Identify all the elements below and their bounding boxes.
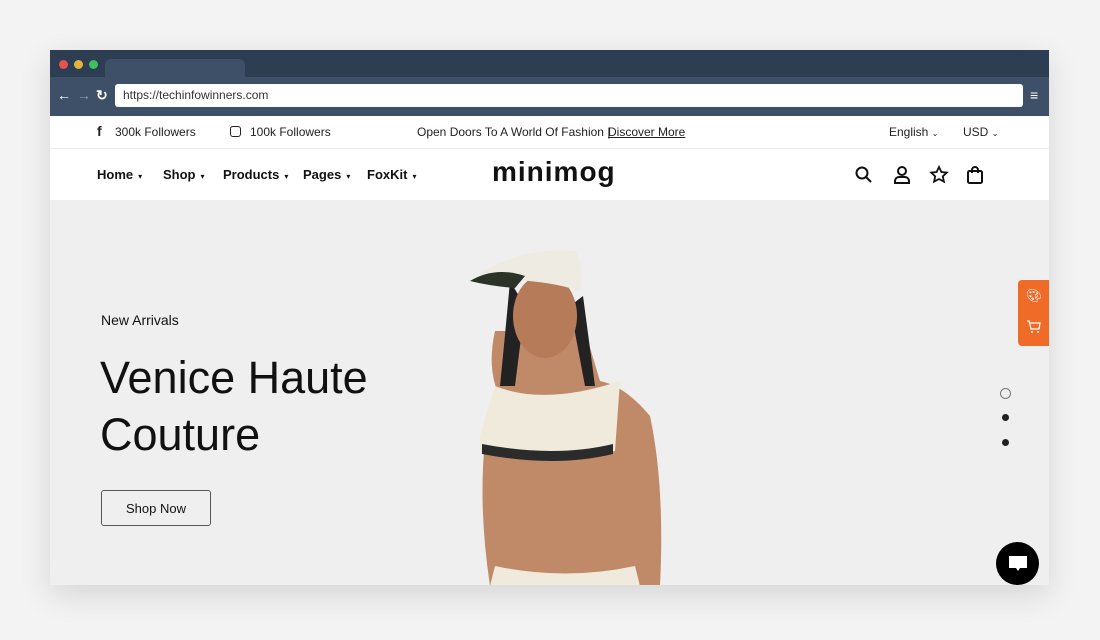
cart-icon[interactable]: [1026, 320, 1041, 334]
nav-label: Home: [97, 167, 134, 182]
nav-foxkit[interactable]: FoxKit ▾: [367, 167, 416, 182]
slide-dot[interactable]: [1002, 439, 1009, 446]
site-header: Home ▾ Shop ▾ Products ▾ Pages ▾ FoxKit ▾ min…: [50, 149, 1049, 201]
search-icon[interactable]: [854, 165, 874, 185]
title-bar: [50, 50, 1049, 77]
announcement-bar: f 300k Followers 100k Followers Open Doo…: [50, 116, 1049, 149]
slide-dot-active[interactable]: [1000, 388, 1011, 399]
slide-dot[interactable]: [1002, 414, 1009, 421]
reload-icon[interactable]: ↻: [96, 87, 108, 104]
instagram-icon[interactable]: [230, 126, 241, 137]
currency-select[interactable]: USD ⌄: [963, 125, 998, 139]
nav-label: FoxKit: [367, 167, 408, 182]
nav-home[interactable]: Home ▾: [97, 167, 142, 182]
address-bar[interactable]: https://techinfowinners.com: [115, 84, 1023, 107]
wishlist-star-icon[interactable]: [929, 165, 949, 185]
hero-title: Venice Haute Couture: [100, 352, 368, 460]
facebook-followers[interactable]: 300k Followers: [115, 125, 196, 139]
floating-tools: 🎨︎: [1018, 280, 1049, 346]
site-logo[interactable]: minimog: [492, 156, 616, 188]
nav-label: Products: [223, 167, 280, 182]
browser-toolbar: ← → ↻ https://techinfowinners.com ≡: [50, 77, 1049, 116]
chat-icon: [1009, 556, 1027, 571]
currency-label: USD: [963, 125, 989, 139]
discover-more-link[interactable]: Discover More: [608, 125, 685, 139]
forward-icon[interactable]: →: [77, 87, 91, 103]
instagram-followers[interactable]: 100k Followers: [250, 125, 331, 139]
chat-button[interactable]: [996, 542, 1039, 585]
close-dot[interactable]: [59, 60, 68, 69]
back-icon[interactable]: ←: [57, 87, 71, 103]
language-select[interactable]: English ⌄: [889, 125, 938, 139]
shop-now-button[interactable]: Shop Now: [101, 490, 211, 526]
account-icon[interactable]: [892, 165, 912, 185]
menu-icon[interactable]: ≡: [1030, 87, 1038, 103]
nav-shop[interactable]: Shop ▾: [163, 167, 205, 182]
maximize-dot[interactable]: [89, 60, 98, 69]
browser-tab[interactable]: [105, 59, 245, 77]
hero-eyebrow: New Arrivals: [101, 312, 179, 328]
nav-label: Pages: [303, 167, 342, 182]
minimize-dot[interactable]: [74, 60, 83, 69]
nav-pages[interactable]: Pages ▾: [303, 167, 350, 182]
facebook-icon[interactable]: f: [97, 123, 102, 139]
palette-icon[interactable]: 🎨︎: [1026, 288, 1043, 304]
language-label: English: [889, 125, 929, 139]
model-photo: [470, 250, 662, 585]
nav-products[interactable]: Products ▾: [223, 167, 288, 182]
browser-window: ← → ↻ https://techinfowinners.com ≡ f 30…: [50, 50, 1049, 585]
nav-label: Shop: [163, 167, 196, 182]
hero-banner: New Arrivals Venice Haute Couture Shop N…: [50, 201, 1049, 585]
promo-text: Open Doors To A World Of Fashion |: [417, 125, 611, 139]
cart-bag-icon[interactable]: [965, 165, 985, 185]
